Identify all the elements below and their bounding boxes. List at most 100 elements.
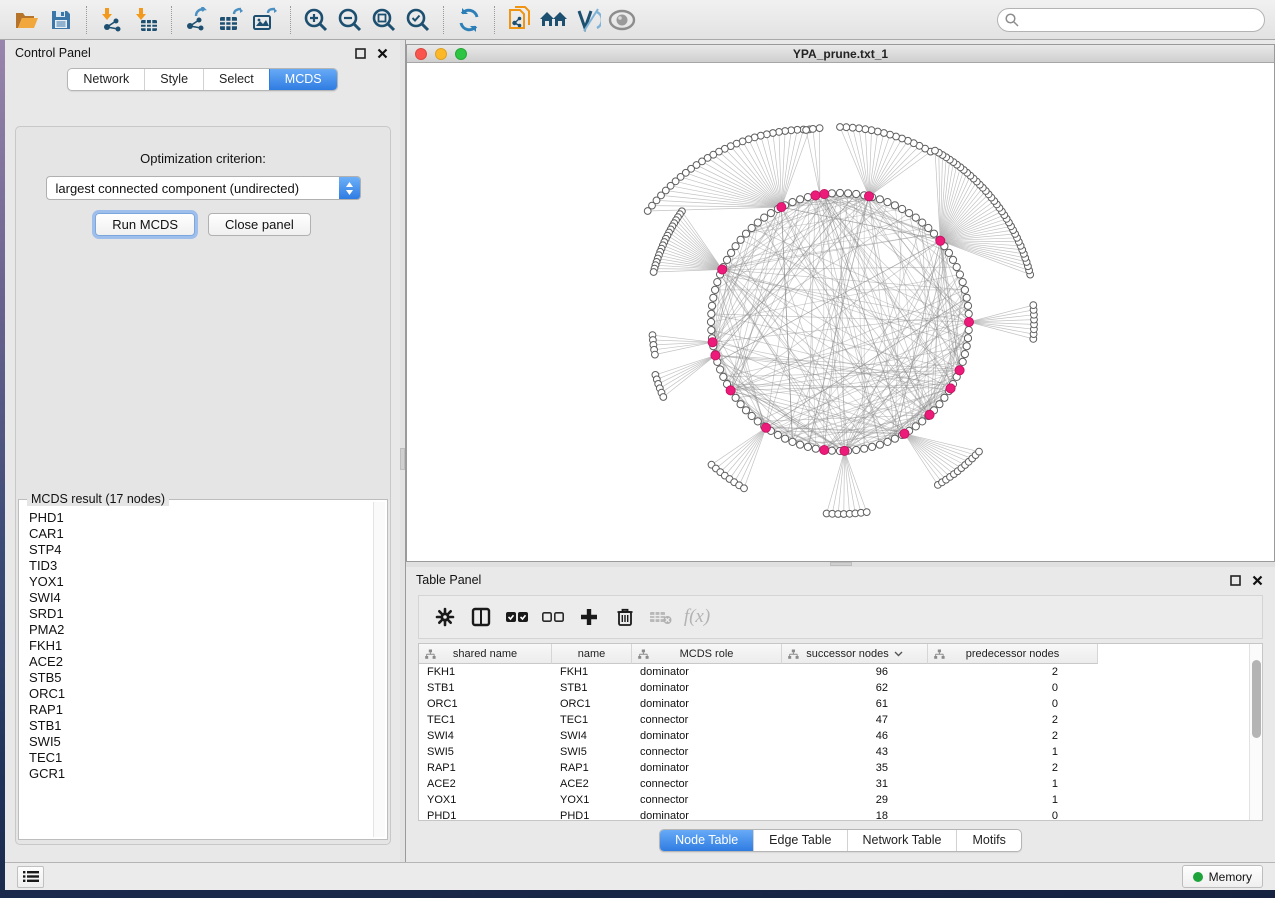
- export-table-icon[interactable]: [214, 4, 248, 36]
- deselect-all-icon[interactable]: [535, 600, 571, 634]
- graphics-details-icon[interactable]: [571, 4, 605, 36]
- zoom-fit-icon[interactable]: [367, 4, 401, 36]
- criterion-dropdown-value: largest connected component (undirected): [56, 181, 300, 196]
- table-row[interactable]: STB1STB1dominator620: [419, 680, 1249, 696]
- table-cell: connector: [632, 794, 782, 806]
- import-table-icon[interactable]: [129, 4, 163, 36]
- apply-layout-icon[interactable]: [452, 4, 486, 36]
- table-cell: dominator: [632, 698, 782, 710]
- tab-style[interactable]: Style: [144, 69, 203, 90]
- delete-icon[interactable]: [607, 600, 643, 634]
- mcds-list-scrollbar[interactable]: [373, 502, 385, 837]
- network-window: YPA_prune.txt_1: [406, 44, 1275, 562]
- mcds-result-item[interactable]: ACE2: [29, 654, 373, 670]
- tab-network-table[interactable]: Network Table: [847, 830, 957, 851]
- column-settings-icon[interactable]: [427, 600, 463, 634]
- task-history-button[interactable]: [17, 866, 44, 888]
- column-header-successor-nodes[interactable]: successor nodes: [782, 644, 928, 664]
- tab-edge-table[interactable]: Edge Table: [753, 830, 846, 851]
- memory-button[interactable]: Memory: [1182, 865, 1263, 888]
- table-cell: PHD1: [552, 810, 632, 820]
- select-all-icon[interactable]: [499, 600, 535, 634]
- memory-status-icon: [1193, 872, 1203, 882]
- table-cell: 1: [928, 794, 1098, 806]
- table-cell: 2: [928, 714, 1098, 726]
- table-cell: ACE2: [419, 778, 552, 790]
- mcds-result-item[interactable]: PMA2: [29, 622, 373, 638]
- mcds-result-item[interactable]: TID3: [29, 558, 373, 574]
- mcds-result-item[interactable]: PHD1: [29, 510, 373, 526]
- show-column-icon[interactable]: [463, 600, 499, 634]
- column-header-predecessor-nodes[interactable]: predecessor nodes: [928, 644, 1098, 664]
- splitter-handle[interactable]: [400, 448, 405, 470]
- tab-node-table[interactable]: Node Table: [660, 830, 753, 851]
- table-row[interactable]: PHD1PHD1dominator180: [419, 808, 1249, 820]
- table-row[interactable]: TEC1TEC1connector472: [419, 712, 1249, 728]
- table-row[interactable]: FKH1FKH1dominator962: [419, 664, 1249, 680]
- mcds-result-item[interactable]: ORC1: [29, 686, 373, 702]
- export-network-icon[interactable]: [180, 4, 214, 36]
- zoom-out-icon[interactable]: [333, 4, 367, 36]
- mcds-result-item[interactable]: STP4: [29, 542, 373, 558]
- open-file-icon[interactable]: [10, 4, 44, 36]
- run-mcds-button[interactable]: Run MCDS: [95, 213, 195, 236]
- zoom-selected-icon[interactable]: [401, 4, 435, 36]
- tab-network[interactable]: Network: [68, 69, 144, 90]
- float-window-icon[interactable]: [352, 45, 368, 61]
- table-row[interactable]: ORC1ORC1dominator610: [419, 696, 1249, 712]
- table-cell: 31: [782, 778, 928, 790]
- table-row[interactable]: YOX1YOX1connector291: [419, 792, 1249, 808]
- table-row[interactable]: RAP1RAP1dominator352: [419, 760, 1249, 776]
- mcds-result-item[interactable]: RAP1: [29, 702, 373, 718]
- table-row[interactable]: SWI5SWI5connector431: [419, 744, 1249, 760]
- column-header-shared-name[interactable]: shared name: [419, 644, 552, 664]
- table-row[interactable]: ACE2ACE2connector311: [419, 776, 1249, 792]
- column-header-name[interactable]: name: [552, 644, 632, 664]
- mcds-result-item[interactable]: TEC1: [29, 750, 373, 766]
- mcds-result-item[interactable]: SWI4: [29, 590, 373, 606]
- table-cell: TEC1: [552, 714, 632, 726]
- search-input[interactable]: [997, 8, 1265, 32]
- add-icon[interactable]: [571, 600, 607, 634]
- tab-mcds[interactable]: MCDS: [269, 69, 337, 90]
- table-cell: 2: [928, 762, 1098, 774]
- mcds-result-item[interactable]: FKH1: [29, 638, 373, 654]
- close-panel-button[interactable]: Close panel: [208, 213, 311, 236]
- float-window-icon[interactable]: [1227, 572, 1243, 588]
- mcds-result-item[interactable]: CAR1: [29, 526, 373, 542]
- table-cell: RAP1: [552, 762, 632, 774]
- table-cell: dominator: [632, 730, 782, 742]
- function-builder-icon[interactable]: f(x): [679, 600, 715, 634]
- mcds-result-item[interactable]: YOX1: [29, 574, 373, 590]
- mcds-result-item[interactable]: SWI5: [29, 734, 373, 750]
- search-box: [997, 8, 1265, 32]
- network-canvas[interactable]: [407, 63, 1274, 561]
- table-cell: STB1: [552, 682, 632, 694]
- mcds-result-item[interactable]: SRD1: [29, 606, 373, 622]
- save-session-icon[interactable]: [44, 4, 78, 36]
- tab-select[interactable]: Select: [203, 69, 269, 90]
- table-row[interactable]: SWI4SWI4dominator462: [419, 728, 1249, 744]
- mcds-result-item[interactable]: STB5: [29, 670, 373, 686]
- clone-network-icon[interactable]: [503, 4, 537, 36]
- status-bar: Memory: [5, 862, 1275, 890]
- table-scrollbar[interactable]: [1249, 644, 1262, 820]
- network-window-titlebar[interactable]: YPA_prune.txt_1: [407, 45, 1274, 63]
- import-table-disabled-icon[interactable]: [643, 600, 679, 634]
- table-cell: 35: [782, 762, 928, 774]
- close-panel-icon[interactable]: [374, 45, 390, 61]
- import-network-icon[interactable]: [95, 4, 129, 36]
- mcds-result-item[interactable]: STB1: [29, 718, 373, 734]
- starter-panel-icon[interactable]: [537, 4, 571, 36]
- tab-motifs[interactable]: Motifs: [956, 830, 1020, 851]
- mcds-result-item[interactable]: GCR1: [29, 766, 373, 782]
- splitter-handle[interactable]: [830, 562, 852, 566]
- export-image-icon[interactable]: [248, 4, 282, 36]
- table-cell: dominator: [632, 762, 782, 774]
- close-panel-icon[interactable]: [1249, 572, 1265, 588]
- column-header-MCDS-role[interactable]: MCDS role: [632, 644, 782, 664]
- scrollbar-thumb[interactable]: [1252, 660, 1261, 738]
- birdseye-view-icon[interactable]: [605, 4, 639, 36]
- zoom-in-icon[interactable]: [299, 4, 333, 36]
- criterion-dropdown[interactable]: largest connected component (undirected): [46, 176, 361, 200]
